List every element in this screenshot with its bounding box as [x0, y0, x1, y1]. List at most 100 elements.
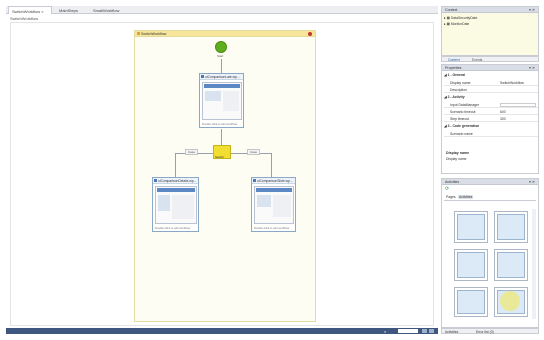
card-footer: Double-click to edit workflow [254, 226, 290, 230]
zoom-field[interactable] [398, 329, 418, 333]
switch-label: Switch [215, 155, 224, 159]
section-title: 1 - General [447, 73, 466, 77]
property-key: Step timeout [450, 117, 470, 121]
property-key: Scenario timeout [450, 110, 476, 114]
pin-icon[interactable]: ▾ ✕ [529, 180, 535, 184]
page-thumbnail[interactable] [494, 211, 528, 243]
zoom-search-icon[interactable]: ⌕ [384, 329, 386, 334]
cursor-highlight [500, 291, 520, 311]
property-row[interactable]: Scenario timeout 600 [444, 109, 538, 115]
property-section-header[interactable]: ◢ 2 - Activity [444, 95, 538, 101]
context-panel-header: Context ▾ ✕ [442, 7, 538, 13]
designer-status-bar: ⌕ [6, 328, 438, 334]
connector-line [221, 59, 222, 73]
tab-activities-bottom[interactable]: Activities [445, 330, 458, 334]
tab-mainsteps[interactable]: MainSteps [56, 6, 86, 14]
tab-label: MainSteps [59, 7, 78, 13]
context-item[interactable]: ▸ ▦ MonitorDate [444, 22, 538, 28]
tab-events[interactable]: Events [472, 58, 482, 62]
pin-icon[interactable]: ▾ ✕ [529, 66, 535, 70]
close-icon[interactable]: × [41, 9, 43, 14]
property-key: Display name [450, 81, 471, 85]
card-footer: Double-click to edit workflow [202, 122, 238, 126]
activity-card-top[interactable]: uiComparisonLate.wp... Double-click to e… [199, 73, 244, 128]
connector-line [175, 153, 176, 177]
overview-icon[interactable] [429, 329, 434, 333]
property-row[interactable]: Input DataManager [444, 102, 538, 108]
bottom-panel-tabs: Activities Error list (0) [441, 328, 539, 334]
tab-error-list[interactable]: Error list (0) [476, 330, 494, 334]
property-row[interactable]: Display name SwitchWorkflow [444, 80, 538, 86]
activities-panel-header: Activities ▾ ✕ [442, 179, 538, 185]
property-help-text: Display name [446, 157, 467, 161]
panel-title: Properties [445, 66, 462, 70]
card-title: uiComparisonSlide.wp... [257, 179, 293, 183]
properties-panel-header: Properties ▾ ✕ [442, 65, 538, 71]
property-section-header[interactable]: ◢ 3 - Code generation [444, 124, 538, 130]
tab-label: SwitchWorkflow [12, 8, 41, 14]
start-label: Start [217, 54, 224, 58]
context-item-label: MonitorDate [450, 22, 470, 26]
tab-activities[interactable]: Activities [458, 195, 474, 199]
refresh-icon[interactable]: ⟳ [445, 186, 449, 192]
page-thumbnail[interactable] [454, 211, 488, 243]
panel-title: Activities [445, 180, 460, 184]
activities-tab-strip: Pages Activities [444, 195, 536, 201]
tab-pages[interactable]: Pages [446, 195, 456, 199]
branch-label-left[interactable]: Case [185, 149, 199, 155]
context-item-label: DataSecurityDate [450, 16, 478, 20]
card-title: uiComparisonLate.wp... [205, 75, 240, 79]
property-row[interactable]: Scenario name [444, 131, 538, 137]
error-indicator-icon[interactable] [308, 32, 312, 36]
pin-icon[interactable]: ▾ ✕ [529, 8, 535, 12]
start-node[interactable] [215, 41, 227, 53]
connector-line [271, 153, 272, 177]
flowchart-title: SwitchWorkflow [141, 32, 167, 36]
tab-smallworkflow[interactable]: SmallWorkflow [90, 6, 128, 14]
property-dropdown[interactable] [500, 103, 536, 107]
flowchart-container[interactable]: SwitchWorkflow Start uiComparisonLate.wp… [134, 30, 316, 322]
tab-label: SmallWorkflow [93, 7, 120, 13]
page-icon [154, 179, 157, 182]
properties-panel: Properties ▾ ✕ ◢ 1 - General Display name… [441, 64, 539, 174]
section-title: 2 - Activity [447, 95, 465, 99]
card-header: uiComparisonDetails.wp... [153, 178, 198, 184]
page-icon [253, 179, 256, 182]
panel-title: Context [445, 8, 458, 12]
tab-switchworkflow[interactable]: SwitchWorkflow × [8, 6, 52, 14]
page-thumbnail[interactable] [494, 249, 528, 281]
property-key: Description [450, 88, 467, 92]
activities-scrollbar[interactable] [532, 209, 536, 319]
property-help-title: Display name [446, 151, 470, 155]
activities-panel: Activities ▾ ✕ ⟳ Pages Activities [441, 178, 539, 328]
property-value[interactable]: 600 [500, 110, 506, 114]
page-thumbnail[interactable] [454, 249, 488, 281]
card-preview-image [155, 186, 197, 224]
activity-card-left[interactable]: uiComparisonDetails.wp... Double-click t… [152, 177, 199, 232]
page-icon [201, 75, 204, 78]
card-title: uiComparisonDetails.wp... [158, 179, 197, 183]
property-value[interactable]: SwitchWorkflow [500, 81, 524, 85]
flowchart-icon [137, 32, 140, 35]
document-tab-bar: SwitchWorkflow × MainSteps SmallWorkflow [6, 6, 438, 14]
property-row[interactable]: Description [444, 87, 538, 93]
section-title: 3 - Code generation [447, 124, 480, 128]
card-header: uiComparisonLate.wp... [200, 74, 243, 80]
activity-card-right[interactable]: uiComparisonSlide.wp... Double-click to … [251, 177, 296, 232]
flowchart-header: SwitchWorkflow [135, 31, 315, 37]
page-thumbnail[interactable] [454, 287, 488, 317]
context-panel: Context ▾ ✕ ▸ ▦ DataSecurityDate ▸ ▦ Moni… [441, 6, 539, 56]
card-preview-image [254, 186, 294, 224]
card-header: uiComparisonSlide.wp... [252, 178, 295, 184]
context-events-tabs: Context Events [441, 56, 539, 62]
tab-context[interactable]: Context [448, 58, 460, 62]
branch-label-right[interactable]: Case [247, 149, 261, 155]
breadcrumb[interactable]: SwitchWorkflow [10, 16, 38, 21]
fit-to-screen-icon[interactable] [422, 329, 427, 333]
property-value[interactable]: 300 [500, 117, 506, 121]
property-row[interactable]: Step timeout 300 [444, 116, 538, 122]
property-section-header[interactable]: ◢ 1 - General [444, 73, 538, 79]
property-key: Scenario name [450, 132, 473, 136]
card-preview-image [202, 82, 242, 120]
connector-line [221, 129, 222, 145]
